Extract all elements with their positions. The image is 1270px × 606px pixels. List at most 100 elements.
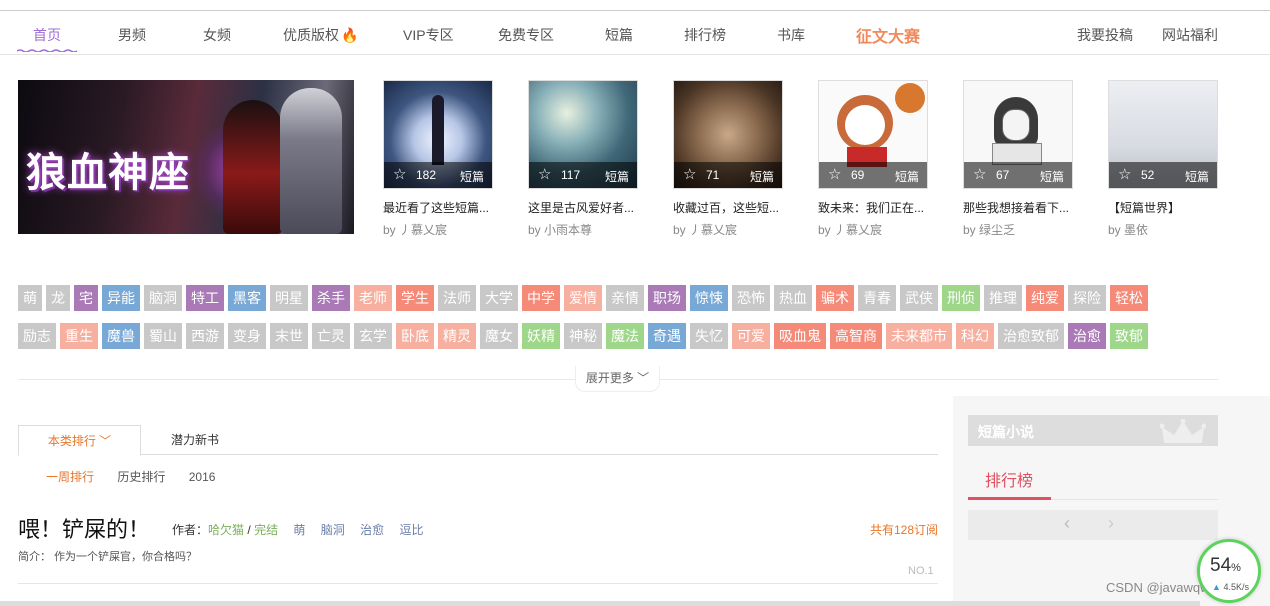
sidebar-ranking-tab[interactable]: 排行榜 [968,454,1218,500]
book-tag[interactable]: 萌 [293,523,305,537]
card-author[interactable]: by 丿慕乂宸 [818,221,928,238]
tag-chip[interactable]: 推理 [984,285,1022,311]
book-tag[interactable]: 脑洞 [321,523,345,537]
tag-chip[interactable]: 卧底 [396,323,434,349]
tag-chip[interactable]: 轻松 [1110,285,1148,311]
tag-chip[interactable]: 刑侦 [942,285,980,311]
card-image[interactable]: ☆ 69 短篇 [818,80,928,189]
card-author[interactable]: by 绿尘乏 [963,221,1073,238]
card-image[interactable]: ☆ 67 短篇 [963,80,1073,189]
book-tag[interactable]: 逗比 [400,523,424,537]
nav-short[interactable]: 短篇 [605,25,633,45]
collection-card[interactable]: ☆ 67 短篇 那些我想接着看下... by 绿尘乏 [963,80,1073,238]
tag-chip[interactable]: 中学 [522,285,560,311]
bottom-scrollbar[interactable] [0,601,1200,606]
card-image[interactable]: ☆ 52 短篇 [1108,80,1218,189]
nav-vip[interactable]: VIP专区 [403,25,454,45]
tag-chip[interactable]: 大学 [480,285,518,311]
tag-chip[interactable]: 末世 [270,323,308,349]
tag-chip[interactable]: 魔兽 [102,323,140,349]
tag-chip[interactable]: 励志 [18,323,56,349]
tag-chip[interactable]: 探险 [1068,285,1106,311]
tag-chip[interactable]: 武侠 [900,285,938,311]
tag-chip[interactable]: 恐怖 [732,285,770,311]
tag-chip[interactable]: 未来都市 [886,323,952,349]
card-author[interactable]: by 丿慕乂宸 [673,221,783,238]
tag-chip[interactable]: 高智商 [830,323,882,349]
subtab-year[interactable]: 2016 [189,470,216,484]
card-title[interactable]: 【短篇世界】 [1108,199,1218,216]
chevron-left-icon[interactable]: ‹ [1064,513,1070,534]
tag-chip[interactable]: 老师 [354,285,392,311]
tag-chip[interactable]: 惊悚 [690,285,728,311]
tag-chip[interactable]: 青春 [858,285,896,311]
card-image[interactable]: ☆ 71 短篇 [673,80,783,189]
card-author[interactable]: by 墨依 [1108,221,1218,238]
subtab-weekly[interactable]: 一周排行 [46,468,94,485]
tag-chip[interactable]: 法师 [438,285,476,311]
tag-chip[interactable]: 吸血鬼 [774,323,826,349]
nav-male[interactable]: 男频 [118,25,146,45]
tag-chip[interactable]: 龙 [46,285,70,311]
tag-chip[interactable]: 纯爱 [1026,285,1064,311]
tag-chip[interactable]: 杀手 [312,285,350,311]
card-image[interactable]: ☆ 117 短篇 [528,80,638,189]
card-title[interactable]: 收藏过百，这些短... [673,199,783,216]
tag-chip[interactable]: 宅 [74,285,98,311]
tag-chip[interactable]: 热血 [774,285,812,311]
tag-chip[interactable]: 特工 [186,285,224,311]
tag-chip[interactable]: 玄学 [354,323,392,349]
tag-chip[interactable]: 妖精 [522,323,560,349]
collection-card[interactable]: ☆ 69 短篇 致未来：我们正在... by 丿慕乂宸 [818,80,928,238]
card-title[interactable]: 这里是古风爱好者... [528,199,638,216]
tag-chip[interactable]: 西游 [186,323,224,349]
tag-chip[interactable]: 职场 [648,285,686,311]
nav-female[interactable]: 女频 [203,25,231,45]
book-author[interactable]: 哈欠猫 [208,523,244,537]
expand-more-button[interactable]: 展开更多 ﹀ [575,366,660,392]
tag-chip[interactable]: 异能 [102,285,140,311]
card-title[interactable]: 致未来：我们正在... [818,199,928,216]
tag-chip[interactable]: 重生 [60,323,98,349]
tag-chip[interactable]: 亲情 [606,285,644,311]
subtab-history[interactable]: 历史排行 [117,468,165,485]
card-title[interactable]: 最近看了这些短篇... [383,199,493,216]
card-image[interactable]: ☆ 182 短篇 [383,80,493,189]
card-author[interactable]: by 小雨本尊 [528,221,638,238]
tab-category-ranking[interactable]: 本类排行 ﹀ [18,425,141,456]
tag-chip[interactable]: 治愈 [1068,323,1106,349]
tag-chip[interactable]: 爱情 [564,285,602,311]
nav-welfare[interactable]: 网站福利 [1162,25,1218,45]
tag-chip[interactable]: 骗术 [816,285,854,311]
collection-card[interactable]: ☆ 52 短篇 【短篇世界】 by 墨依 [1108,80,1218,238]
book-title[interactable]: 喂！铲屎的！ [18,512,150,544]
tag-chip[interactable]: 黑客 [228,285,266,311]
nav-free[interactable]: 免费专区 [498,25,554,45]
tag-chip[interactable]: 致郁 [1110,323,1148,349]
collection-card[interactable]: ☆ 182 短篇 最近看了这些短篇... by 丿慕乂宸 [383,80,493,238]
nav-contest[interactable]: 征文大赛 [856,23,920,47]
tag-chip[interactable]: 亡灵 [312,323,350,349]
tag-chip[interactable]: 神秘 [564,323,602,349]
tag-chip[interactable]: 魔女 [480,323,518,349]
nav-library[interactable]: 书库 [777,25,805,45]
tag-chip[interactable]: 脑洞 [144,285,182,311]
tag-chip[interactable]: 科幻 [956,323,994,349]
tag-chip[interactable]: 蜀山 [144,323,182,349]
tag-chip[interactable]: 可爱 [732,323,770,349]
card-title[interactable]: 那些我想接着看下... [963,199,1073,216]
tag-chip[interactable]: 萌 [18,285,42,311]
tag-chip[interactable]: 奇遇 [648,323,686,349]
book-tag[interactable]: 治愈 [360,523,384,537]
collection-card[interactable]: ☆ 71 短篇 收藏过百，这些短... by 丿慕乂宸 [673,80,783,238]
tag-chip[interactable]: 变身 [228,323,266,349]
banner-image[interactable]: 狼血神座 [18,80,354,234]
nav-premium[interactable]: 优质版权 🔥 [283,25,358,45]
nav-home[interactable]: 首页 [33,25,61,45]
tag-chip[interactable]: 明星 [270,285,308,311]
tag-chip[interactable]: 治愈致郁 [998,323,1064,349]
tag-chip[interactable]: 学生 [396,285,434,311]
collection-card[interactable]: ☆ 117 短篇 这里是古风爱好者... by 小雨本尊 [528,80,638,238]
tag-chip[interactable]: 精灵 [438,323,476,349]
tab-potential-new[interactable]: 潜力新书 [171,425,219,456]
